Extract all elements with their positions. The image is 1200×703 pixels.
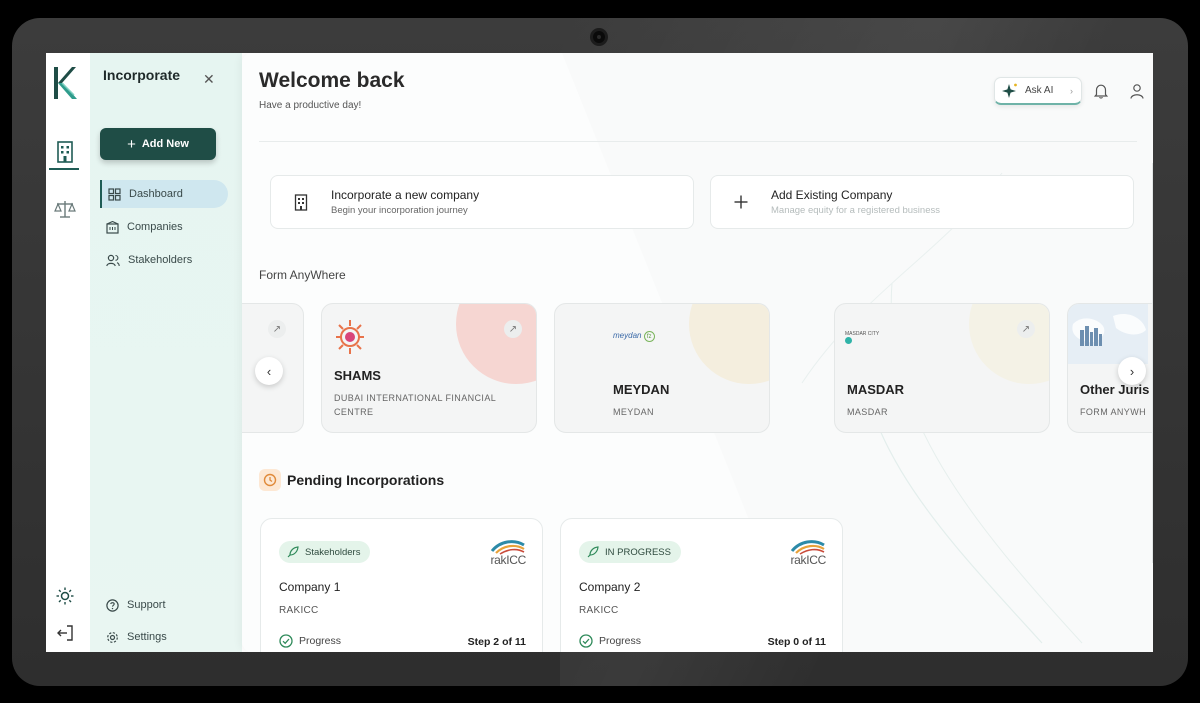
add-existing-company-card[interactable]: Add Existing Company Manage equity for a… xyxy=(710,175,1134,229)
plus-icon: + xyxy=(127,135,136,153)
scales-icon[interactable] xyxy=(50,194,80,224)
sidebar-item-stakeholders[interactable]: Stakeholders xyxy=(100,246,228,274)
sidebar-item-settings[interactable]: Settings xyxy=(100,623,228,651)
header-divider xyxy=(259,141,1137,142)
sidebar-item-dashboard[interactable]: Dashboard xyxy=(100,180,228,208)
progress-row: Progress xyxy=(579,634,641,648)
gear-icon xyxy=(107,631,118,643)
badge-label: IN PROGRESS xyxy=(605,546,671,558)
progress-label: Progress xyxy=(599,635,642,647)
pending-card-company-1[interactable]: Stakeholders rakICC Company 1 RAKICC Pro… xyxy=(260,518,543,652)
main-content: Welcome back Have a productive day! Ask … xyxy=(242,53,1153,652)
zone-name: MEYDAN xyxy=(613,382,670,397)
incorporate-company-card[interactable]: Incorporate a new company Begin your inc… xyxy=(270,175,694,229)
zone-name: MASDAR xyxy=(847,382,905,397)
ask-ai-button[interactable]: Ask AI › xyxy=(994,77,1082,105)
sidebar-item-label: Settings xyxy=(127,631,167,643)
add-new-label: Add New xyxy=(141,138,189,150)
sidebar-item-companies[interactable]: Companies xyxy=(100,213,228,241)
sidebar-title: Incorporate xyxy=(103,67,181,83)
page-subtitle: Have a productive day! xyxy=(259,100,362,111)
sidebar-item-label: Support xyxy=(127,599,166,611)
zone-name: Other Juris xyxy=(1080,382,1150,397)
status-badge: Stakeholders xyxy=(279,541,371,563)
pending-card-company-2[interactable]: IN PROGRESS rakICC Company 2 RAKICC Prog… xyxy=(560,518,843,652)
app-screen: Incorporate ✕ + Add New Dashboard Compan… xyxy=(46,53,1153,652)
carousel-next-button[interactable]: › xyxy=(1118,357,1146,385)
stakeholders-icon xyxy=(106,254,120,266)
scrollbar[interactable] xyxy=(1152,163,1153,563)
rocket-icon xyxy=(587,546,599,558)
theme-sun-icon[interactable] xyxy=(50,581,80,611)
arrow-up-right-icon: ↗ xyxy=(268,320,286,338)
zone-subtitle: MEYDAN xyxy=(613,407,654,417)
world-map-image xyxy=(1068,304,1148,364)
company-zone: RAKICC xyxy=(579,605,619,616)
meydan-logo: meydan fz xyxy=(613,331,655,342)
rocket-icon xyxy=(287,546,299,558)
check-circle-icon xyxy=(279,634,293,648)
add-new-button[interactable]: + Add New xyxy=(100,128,216,160)
building-icon[interactable] xyxy=(50,137,80,167)
plus-icon xyxy=(711,194,771,210)
webcam xyxy=(590,28,608,46)
zone-subtitle: DUBAI INTERNATIONAL FINANCIAL CENTRE xyxy=(334,393,496,417)
brand-logo-icon[interactable] xyxy=(52,65,78,101)
rakicc-logo-text: rakICC xyxy=(790,553,826,567)
masdar-logo: MASDAR CITY xyxy=(845,331,885,344)
rail-active-indicator xyxy=(49,168,79,170)
zone-subtitle: MASDAR xyxy=(847,407,888,417)
companies-icon xyxy=(106,220,119,234)
ask-ai-label: Ask AI xyxy=(1025,85,1054,96)
action-subtitle: Manage equity for a registered business xyxy=(771,205,940,216)
zone-subtitle: FORM ANYWH xyxy=(1080,407,1146,417)
logout-icon[interactable] xyxy=(50,618,80,648)
zone-card-masdar[interactable]: MASDAR CITY ↗ MASDAR MASDAR xyxy=(834,303,1050,433)
building-icon xyxy=(271,193,331,211)
company-zone: RAKICC xyxy=(279,605,319,616)
action-title: Incorporate a new company xyxy=(331,188,480,202)
action-title: Add Existing Company xyxy=(771,188,893,202)
progress-step: Step 0 of 11 xyxy=(767,636,826,648)
close-icon[interactable]: ✕ xyxy=(203,71,215,88)
check-circle-icon xyxy=(579,634,593,648)
sidebar-item-label: Companies xyxy=(127,221,183,233)
progress-step: Step 2 of 11 xyxy=(467,636,526,648)
company-name: Company 2 xyxy=(579,580,641,594)
zone-name: SHAMS xyxy=(334,368,381,383)
pending-incorporations-title: Pending Incorporations xyxy=(287,472,445,488)
action-subtitle: Begin your incorporation journey xyxy=(331,205,468,216)
chevron-right-icon: › xyxy=(1129,363,1135,379)
bell-icon[interactable] xyxy=(1092,82,1110,100)
zone-card-shams[interactable]: ↗ SHAMS DUBAI INTERNATIONAL FINANCIAL CE… xyxy=(321,303,537,433)
progress-label: Progress xyxy=(299,635,342,647)
rakicc-logo-text: rakICC xyxy=(490,553,526,567)
sparkle-icon xyxy=(1002,83,1017,98)
page-title: Welcome back xyxy=(259,69,405,92)
carousel-prev-button[interactable]: ‹ xyxy=(255,357,283,385)
sidebar-item-label: Dashboard xyxy=(129,188,183,200)
status-badge: IN PROGRESS xyxy=(579,541,681,563)
company-name: Company 1 xyxy=(279,580,341,594)
icon-rail xyxy=(46,53,90,652)
sidebar: Incorporate ✕ + Add New Dashboard Compan… xyxy=(90,53,242,652)
sidebar-item-label: Stakeholders xyxy=(128,254,193,266)
arrow-up-right-icon: ↗ xyxy=(504,320,522,338)
progress-row: Progress xyxy=(279,634,341,648)
zone-card-meydan[interactable]: meydan fz ↗ MEYDAN MEYDAN xyxy=(554,303,770,433)
card-accent xyxy=(689,304,769,384)
dashboard-icon xyxy=(108,187,121,201)
form-anywhere-label: Form AnyWhere xyxy=(259,268,346,282)
user-profile-icon[interactable] xyxy=(1128,82,1146,100)
card-accent xyxy=(969,304,1049,384)
chevron-left-icon: ‹ xyxy=(266,363,272,379)
card-accent xyxy=(456,304,536,384)
shams-logo xyxy=(336,320,364,354)
chevron-right-icon: › xyxy=(1070,85,1073,96)
arrow-up-right-icon: ↗ xyxy=(1017,320,1035,338)
clock-icon xyxy=(259,469,281,491)
sidebar-item-support[interactable]: Support xyxy=(100,591,228,619)
badge-label: Stakeholders xyxy=(305,546,361,558)
help-circle-icon xyxy=(106,598,119,612)
